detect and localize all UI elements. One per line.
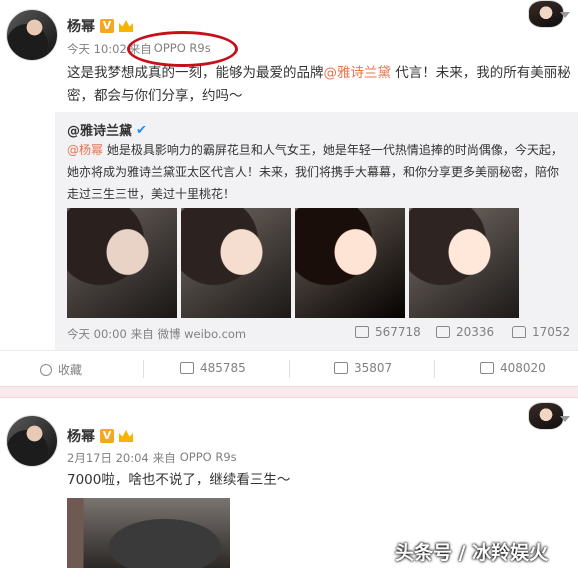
verified-icon: V: [100, 19, 114, 33]
author-name-row: 杨幂 V: [67, 16, 133, 36]
crown-icon: [119, 20, 133, 32]
photo-1[interactable]: [67, 208, 177, 318]
quote-source: 来自 微博 weibo.com: [130, 327, 247, 341]
post-time[interactable]: 今天 10:02: [67, 41, 127, 57]
post-text: 7000啦，啥也不说了，继续看三生～: [67, 472, 291, 488]
mention-link[interactable]: @雅诗兰黛: [324, 65, 392, 81]
quote-time[interactable]: 今天 00:00: [67, 326, 127, 342]
repost-icon: [355, 326, 369, 338]
like-button[interactable]: 408020: [480, 361, 546, 375]
favorite-button[interactable]: 收藏: [40, 361, 82, 378]
comment-count: 35807: [354, 361, 393, 375]
verified-blue-icon: ✔: [136, 123, 147, 138]
photo-2[interactable]: [181, 208, 291, 318]
post-source: OPPO R9s: [179, 450, 237, 464]
like-icon: [512, 326, 526, 338]
author-avatar[interactable]: [6, 9, 58, 61]
quote-reposts: 567718: [375, 325, 421, 339]
source-prefix: 来自: [152, 451, 176, 465]
quote-repost-count[interactable]: 567718: [355, 325, 421, 339]
favorite-label: 收藏: [58, 363, 83, 377]
crown-icon: [119, 430, 133, 442]
quote-likes: 17052: [532, 325, 571, 339]
photo-4[interactable]: [409, 208, 519, 318]
author-name[interactable]: 杨幂: [67, 16, 95, 36]
post-text-part: 这是我梦想成真的一刻，能够为最爱的品牌: [67, 65, 324, 81]
chevron-down-icon[interactable]: [560, 12, 570, 18]
quote-mention[interactable]: @杨幂: [67, 143, 103, 157]
divider: [289, 360, 290, 378]
quote-text: @杨幂 她是极具影响力的霸屏花旦和人气女王，她是年轻一代热情追捧的时尚偶像，今天…: [67, 139, 567, 205]
quote-comments: 20336: [456, 325, 495, 339]
avatar-thumbnail[interactable]: [528, 402, 564, 430]
post-photo[interactable]: [67, 498, 230, 568]
post-divider: [0, 386, 578, 398]
quote-author-row: @雅诗兰黛 ✔: [67, 120, 149, 139]
quote-comment-count[interactable]: 20336: [436, 325, 494, 339]
quote-body: 她是极具影响力的霸屏花旦和人气女王，她是年轻一代热情追捧的时尚偶像，今天起，她亦…: [67, 143, 563, 201]
post-time[interactable]: 2月17日 20:04: [67, 450, 149, 466]
watermark: 头条号 / 冰羚娱火: [395, 542, 549, 564]
post-meta: 2月17日 20:04 来自 OPPO R9s: [67, 450, 237, 466]
verified-icon: V: [100, 429, 114, 443]
author-name-row: 杨幂 V: [67, 426, 133, 446]
chevron-down-icon[interactable]: [560, 416, 570, 422]
divider: [434, 360, 435, 378]
comment-button[interactable]: 35807: [334, 361, 392, 375]
comment-icon: [334, 362, 348, 374]
author-name[interactable]: 杨幂: [67, 426, 95, 446]
repost-button[interactable]: 485785: [180, 361, 246, 375]
quote-author[interactable]: @雅诗兰黛: [67, 120, 132, 139]
like-icon: [480, 362, 494, 374]
photo-3[interactable]: [295, 208, 405, 318]
post-text: 这是我梦想成真的一刻，能够为最爱的品牌@雅诗兰黛 代言！未来，我的所有美丽秘密，…: [67, 62, 572, 108]
divider: [143, 360, 144, 378]
author-avatar[interactable]: [6, 415, 58, 467]
repost-icon: [180, 362, 194, 374]
like-count: 408020: [500, 361, 546, 375]
comment-icon: [436, 326, 450, 338]
quote-meta: 今天 00:00 来自 微博 weibo.com: [67, 326, 246, 342]
avatar-thumbnail[interactable]: [528, 0, 564, 28]
repost-count: 485785: [200, 361, 246, 375]
quote-like-count[interactable]: 17052: [512, 325, 570, 339]
star-icon: [40, 363, 52, 376]
action-bar-top-line: [0, 350, 578, 351]
